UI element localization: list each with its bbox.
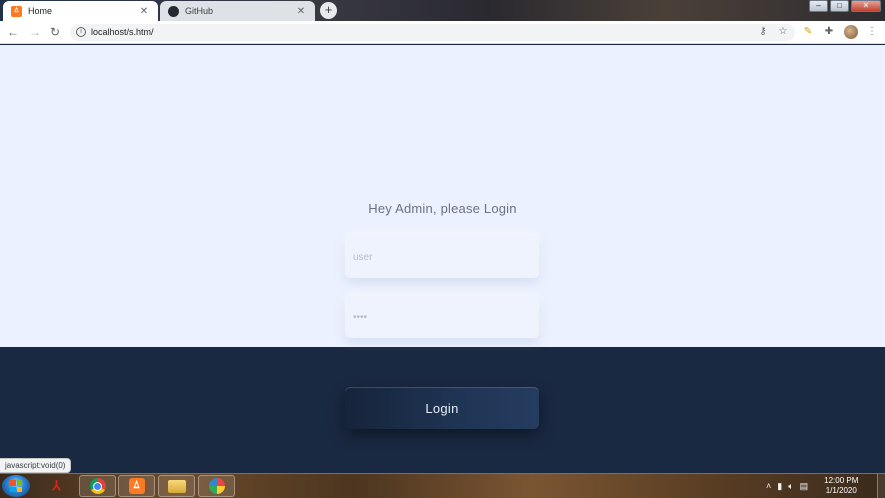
chrome-taskbar-button[interactable] bbox=[79, 475, 116, 497]
close-icon[interactable]: ✕ bbox=[138, 6, 150, 17]
close-icon[interactable]: ✕ bbox=[295, 6, 307, 17]
battery-icon[interactable]: ▮ bbox=[777, 481, 782, 492]
clock-time: 12:00 PM bbox=[824, 476, 859, 485]
clock-date: 1/1/2020 bbox=[825, 486, 857, 495]
chrome-icon bbox=[89, 478, 106, 494]
address-bar[interactable]: i localhost/s.htm/ bbox=[70, 24, 795, 41]
new-tab-button[interactable]: + bbox=[320, 2, 337, 19]
login-button[interactable]: Login bbox=[345, 387, 539, 429]
back-arrow-icon[interactable]: ← bbox=[6, 25, 20, 39]
paint-taskbar-button[interactable] bbox=[198, 475, 235, 497]
paint-palette-icon bbox=[208, 478, 225, 494]
windows-taskbar: ⅄ ꕔ ˄ ▮ 🔈︎ ▤ 12:00 PM 1/1/2020 bbox=[0, 473, 885, 498]
xampp-icon: ꕔ bbox=[128, 478, 145, 494]
browser-toolbar: ← → ↻ i localhost/s.htm/ ⚷ ☆ ✎ ✚ ⋮ bbox=[0, 21, 885, 44]
github-icon bbox=[168, 5, 179, 17]
folder-icon bbox=[167, 479, 186, 493]
close-window-button[interactable]: ✕ bbox=[851, 0, 881, 12]
forward-arrow-icon[interactable]: → bbox=[28, 25, 42, 39]
username-input[interactable] bbox=[345, 236, 539, 278]
windows-logo-icon bbox=[10, 480, 22, 492]
start-button[interactable] bbox=[2, 475, 30, 497]
menu-kebab-icon[interactable]: ⋮ bbox=[866, 26, 878, 38]
browser-titlebar: ꕔ Home ✕ GitHub ✕ + – □ ✕ bbox=[0, 0, 885, 21]
maximize-button[interactable]: □ bbox=[830, 0, 849, 12]
login-heading: Hey Admin, please Login bbox=[368, 201, 517, 216]
key-icon[interactable]: ⚷ bbox=[757, 26, 769, 38]
minimize-button[interactable]: – bbox=[809, 0, 828, 12]
chevron-up-icon[interactable]: ˄ bbox=[766, 481, 771, 491]
url-text: localhost/s.htm/ bbox=[91, 27, 154, 37]
window-controls: – □ ✕ bbox=[809, 0, 881, 12]
system-tray: ˄ ▮ 🔈︎ ▤ 12:00 PM 1/1/2020 bbox=[760, 474, 885, 498]
xampp-taskbar-button[interactable]: ꕔ bbox=[118, 475, 155, 497]
extension-highlighter-icon[interactable]: ✎ bbox=[802, 26, 814, 38]
star-icon[interactable]: ☆ bbox=[777, 26, 789, 38]
tab-github[interactable]: GitHub ✕ bbox=[160, 1, 315, 21]
tab-title: GitHub bbox=[185, 6, 214, 16]
reload-icon[interactable]: ↻ bbox=[48, 25, 62, 39]
status-bar-url: javascript:void(0) bbox=[0, 458, 72, 473]
show-desktop-button[interactable] bbox=[877, 474, 885, 498]
avatar[interactable] bbox=[844, 25, 858, 39]
network-icon[interactable]: ▤ bbox=[800, 481, 809, 492]
puzzle-icon[interactable]: ✚ bbox=[823, 26, 835, 38]
xampp-icon: ꕔ bbox=[11, 5, 22, 17]
tab-title: Home bbox=[28, 6, 53, 16]
speaker-icon[interactable]: 🔈︎ bbox=[788, 481, 793, 492]
explorer-taskbar-button[interactable] bbox=[158, 475, 195, 497]
acrobat-taskbar-icon[interactable]: ⅄ bbox=[38, 475, 75, 497]
info-icon[interactable]: i bbox=[76, 27, 86, 37]
password-input[interactable] bbox=[345, 296, 539, 338]
clock[interactable]: 12:00 PM 1/1/2020 bbox=[824, 476, 858, 496]
login-page: Hey Admin, please Login Login javascript… bbox=[0, 45, 885, 473]
tab-home[interactable]: ꕔ Home ✕ bbox=[3, 1, 158, 21]
